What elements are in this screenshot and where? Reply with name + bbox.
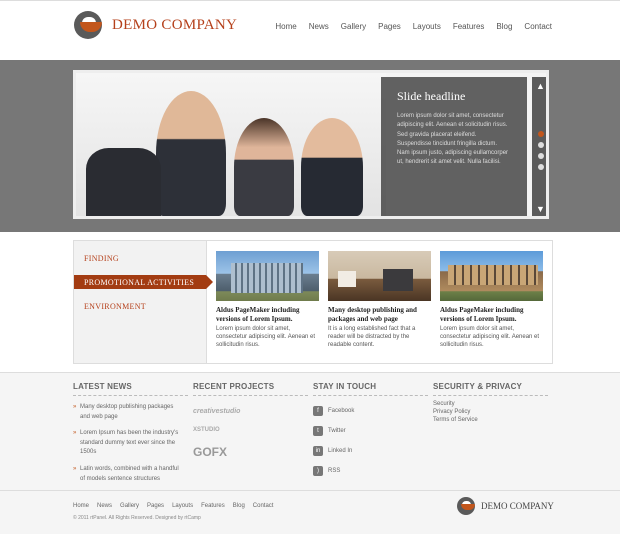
slide-dot-1[interactable]	[538, 131, 544, 137]
tab-finding[interactable]: FINDING	[84, 254, 119, 263]
recent-projects-heading: RECENT PROJECTS	[193, 382, 308, 396]
copyright: © 2011 rtPanel. All Rights Reserved. Des…	[73, 515, 201, 521]
footer-nav-home[interactable]: Home	[73, 503, 89, 509]
card-image[interactable]	[440, 251, 543, 301]
stay-in-touch-heading: STAY IN TOUCH	[313, 382, 428, 396]
tab-promotional-activities[interactable]: PROMOTIONAL ACTIVITIES	[74, 275, 213, 289]
footer-nav-features[interactable]: Features	[201, 503, 225, 509]
card-image[interactable]	[216, 251, 319, 301]
footer: LATEST NEWS Many desktop publishing pack…	[0, 372, 620, 534]
promo-card: Many desktop publishing and packages and…	[328, 251, 431, 350]
nav-layouts[interactable]: Layouts	[413, 22, 441, 31]
main-nav: Home News Gallery Pages Layouts Features…	[275, 22, 552, 31]
security-link[interactable]: Security	[433, 401, 548, 407]
recent-projects: RECENT PROJECTS creativestudio XSTUDIO G…	[193, 382, 308, 459]
card-text: It is a long established fact that a rea…	[328, 325, 416, 349]
footer-nav: Home News Gallery Pages Layouts Features…	[73, 503, 273, 509]
footer-brand: DEMO COMPANY	[481, 501, 554, 511]
security-heading: SECURITY & PRIVACY	[433, 382, 548, 396]
project-logo[interactable]: GOFX	[193, 445, 308, 459]
card-image[interactable]	[328, 251, 431, 301]
footer-nav-pages[interactable]: Pages	[147, 503, 164, 509]
slide-text: Lorem ipsum dolor sit amet, consectetur …	[397, 113, 509, 166]
chevron-up-icon[interactable]: ▲	[536, 81, 545, 91]
news-item[interactable]: Many desktop publishing packages and web…	[73, 403, 185, 422]
slide-photo	[76, 73, 386, 216]
footer-nav-layouts[interactable]: Layouts	[172, 503, 193, 509]
twitter-label: Twitter	[328, 428, 346, 434]
footer-divider	[0, 490, 620, 491]
site-header: DEMO COMPANY Home News Gallery Pages Lay…	[0, 0, 620, 60]
nav-blog[interactable]: Blog	[496, 22, 512, 31]
brand-name: DEMO COMPANY	[112, 16, 238, 33]
latest-news: LATEST NEWS Many desktop publishing pack…	[73, 382, 188, 484]
slide-caption: Slide headline Lorem ipsum dolor sit ame…	[381, 77, 527, 216]
card-title[interactable]: Aldus PageMaker including versions of Lo…	[216, 306, 319, 324]
security-privacy: SECURITY & PRIVACY Security Privacy Poli…	[433, 382, 548, 423]
facebook-label: Facebook	[328, 408, 355, 414]
nav-news[interactable]: News	[309, 22, 329, 31]
footer-nav-blog[interactable]: Blog	[233, 503, 245, 509]
project-logo[interactable]: creativestudio	[193, 408, 308, 415]
nav-pages[interactable]: Pages	[378, 22, 401, 31]
footer-logo[interactable]: DEMO COMPANY	[457, 497, 554, 515]
promo-card: Aldus PageMaker including versions of Lo…	[440, 251, 543, 350]
twitter-link[interactable]: t Twitter	[313, 426, 428, 436]
twitter-icon: t	[313, 426, 323, 436]
linkedin-icon: in	[313, 446, 323, 456]
footer-nav-contact[interactable]: Contact	[253, 503, 274, 509]
logo-icon	[457, 497, 475, 515]
slide-controls: ▲ ▼	[532, 77, 546, 216]
promo-tabs: FINDING PROMOTIONAL ACTIVITIES ENVIRONME…	[74, 241, 213, 363]
logo-icon	[74, 11, 102, 39]
privacy-policy-link[interactable]: Privacy Policy	[433, 409, 548, 415]
latest-news-heading: LATEST NEWS	[73, 382, 188, 396]
news-item[interactable]: Latin words, combined with a handful of …	[73, 465, 185, 484]
facebook-link[interactable]: f Facebook	[313, 406, 428, 416]
slideshow: Slide headline Lorem ipsum dolor sit ame…	[73, 70, 549, 219]
card-text: Lorem ipsum dolor sit amet, consectetur …	[216, 325, 316, 349]
news-item[interactable]: Lorem Ipsum has been the industry's stan…	[73, 429, 185, 458]
rss-icon: )	[313, 466, 323, 476]
card-title[interactable]: Many desktop publishing and packages and…	[328, 306, 431, 324]
slide-headline: Slide headline	[397, 89, 466, 103]
project-logo[interactable]: XSTUDIO	[193, 427, 308, 433]
facebook-icon: f	[313, 406, 323, 416]
tab-environment[interactable]: ENVIRONMENT	[84, 302, 146, 311]
nav-contact[interactable]: Contact	[524, 22, 552, 31]
rss-link[interactable]: ) RSS	[313, 466, 428, 476]
linkedin-link[interactable]: in Linked In	[313, 446, 428, 456]
chevron-down-icon[interactable]: ▼	[536, 204, 545, 214]
promo-card: Aldus PageMaker including versions of Lo…	[216, 251, 319, 350]
nav-home[interactable]: Home	[275, 22, 296, 31]
stay-in-touch: STAY IN TOUCH f Facebook t Twitter in Linke…	[313, 382, 428, 476]
terms-link[interactable]: Terms of Service	[433, 417, 548, 423]
logo[interactable]: DEMO COMPANY	[74, 11, 237, 39]
footer-nav-news[interactable]: News	[97, 503, 112, 509]
linkedin-label: Linked In	[328, 448, 353, 454]
slide-dot-3[interactable]	[538, 153, 544, 159]
slide-dot-2[interactable]	[538, 142, 544, 148]
slide-dot-4[interactable]	[538, 164, 544, 170]
card-text: Lorem ipsum dolor sit amet, consectetur …	[440, 325, 540, 349]
card-title[interactable]: Aldus PageMaker including versions of Lo…	[440, 306, 543, 324]
footer-nav-gallery[interactable]: Gallery	[120, 503, 139, 509]
nav-gallery[interactable]: Gallery	[341, 22, 366, 31]
nav-features[interactable]: Features	[453, 22, 485, 31]
rss-label: RSS	[328, 468, 341, 474]
promo-section: FINDING PROMOTIONAL ACTIVITIES ENVIRONME…	[73, 240, 553, 364]
